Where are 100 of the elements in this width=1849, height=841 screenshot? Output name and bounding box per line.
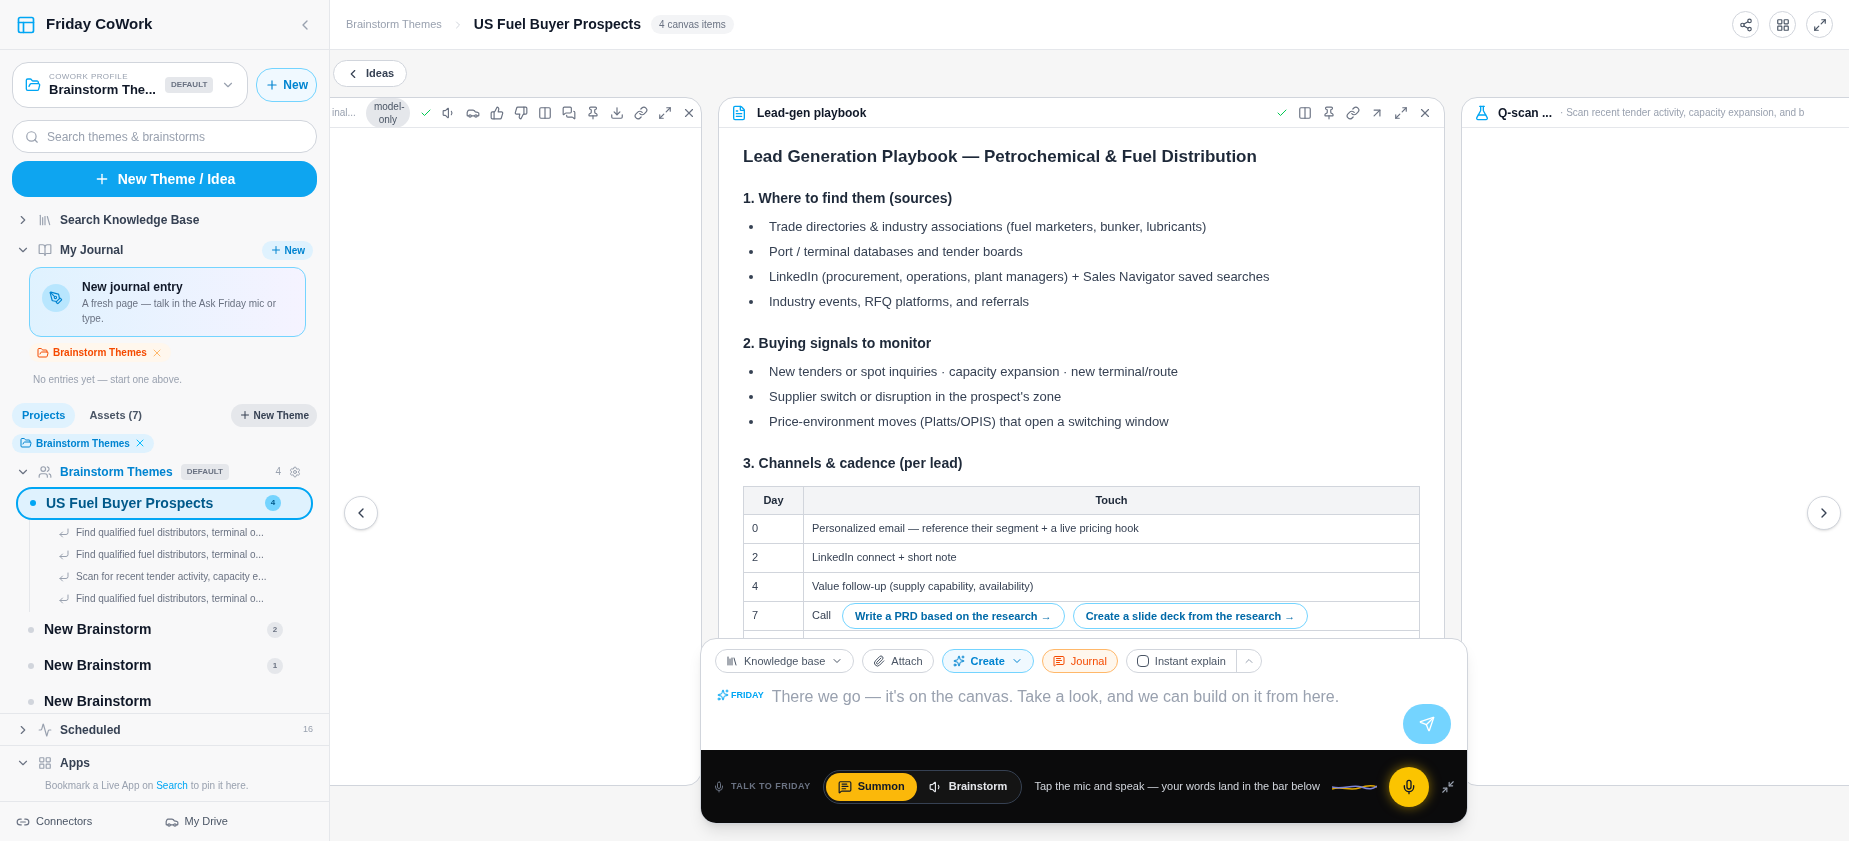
sub-item[interactable]: Find qualified fuel distributors, terminal o... <box>76 547 264 562</box>
chat-icon <box>837 779 852 794</box>
column-header: Day <box>743 486 804 514</box>
link-icon[interactable] <box>1346 105 1360 120</box>
link-icon[interactable] <box>633 105 648 120</box>
send-icon <box>1419 716 1435 732</box>
filter-tag[interactable]: Brainstorm Themes <box>12 433 154 453</box>
profile-selector[interactable]: COWORK PROFILE Brainstorm The... DEFAULT <box>12 62 249 108</box>
suggestion-chip[interactable]: Write a PRD based on the research → <box>842 603 1065 629</box>
brainstorm-item[interactable]: New Brainstorm 2 <box>16 611 313 648</box>
search-field[interactable]: Search themes & brainstorms <box>12 120 317 153</box>
search-input[interactable]: Search themes & brainstorms <box>47 127 304 146</box>
mode-tab[interactable]: Brainstorm <box>916 772 1020 801</box>
share-icon <box>1738 17 1753 32</box>
create-dropdown[interactable]: Create <box>941 649 1034 673</box>
plus-icon <box>239 409 252 422</box>
item-count: 16 <box>303 722 313 736</box>
item-title: US Fuel Buyer Prospects <box>46 493 215 513</box>
section-title[interactable]: Apps <box>60 754 90 772</box>
new-profile-button[interactable]: New <box>256 68 317 102</box>
book-icon <box>38 243 52 257</box>
item-count: 4 <box>275 465 281 479</box>
section-heading: 3. Channels & cadence (per lead) <box>743 453 964 473</box>
plus-icon <box>270 244 283 256</box>
canvas-count-badge: 4 canvas items <box>651 15 734 34</box>
entry-title: New journal entry <box>82 279 184 296</box>
column-header: Touch <box>803 486 1420 514</box>
new-entry-button[interactable]: New <box>262 240 313 260</box>
suggestion-chip[interactable]: Create a slide deck from the research → <box>1072 603 1309 629</box>
back-button[interactable]: Ideas <box>333 60 408 87</box>
grid-icon <box>1775 17 1790 32</box>
default-badge: DEFAULT <box>180 463 229 480</box>
footer-link[interactable]: My Drive <box>164 813 313 830</box>
section-title[interactable]: Scheduled <box>60 720 295 739</box>
thumbs-up-icon[interactable] <box>489 105 504 120</box>
brainstorm-item[interactable]: New Brainstorm <box>16 683 313 713</box>
paperclip-icon <box>873 655 886 667</box>
bullet-text: Industry events, RFQ platforms, and referrals <box>769 293 1030 312</box>
sub-item[interactable]: Scan for recent tender activity, capacity e... <box>76 569 267 584</box>
default-badge: DEFAULT <box>165 77 214 93</box>
brainstorm-item[interactable]: New Brainstorm 1 <box>16 647 313 684</box>
item-title: New Brainstorm <box>44 692 153 711</box>
reply-arrow-icon <box>58 570 70 583</box>
brainstorm-item[interactable]: US Fuel Buyer Prospects 4 <box>16 486 313 520</box>
journal-entry-card[interactable]: New journal entry A fresh page — talk in the Ask Friday mic or type. <box>29 267 306 337</box>
theme-title[interactable]: Brainstorm Themes <box>60 462 173 481</box>
folder-icon <box>20 437 32 449</box>
section-title[interactable]: My Journal <box>60 241 255 259</box>
profile-name: Brainstorm The... <box>49 81 157 99</box>
sub-item[interactable]: Find qualified fuel distributors, terminal o... <box>76 525 264 540</box>
sparkles-icon <box>952 655 965 667</box>
split-view-icon[interactable] <box>537 105 552 120</box>
table-cell: 4 <box>743 572 804 601</box>
folder-icon <box>25 77 41 93</box>
footer-link[interactable]: Connectors <box>16 813 165 830</box>
section-title[interactable]: Search Knowledge Base <box>60 211 200 229</box>
tab[interactable]: Projects <box>12 403 76 428</box>
card-title: Q-scan ... <box>1498 104 1553 122</box>
card-subtitle: · Scan recent tender activity, capacity expansion, and b <box>1560 106 1805 120</box>
bullet-text: Supplier switch or disruption in the prospect's zone <box>769 388 1062 407</box>
download-icon[interactable] <box>609 105 624 120</box>
activity-icon <box>38 722 52 737</box>
mic-icon <box>1401 778 1417 795</box>
count-badge: 1 <box>267 657 283 674</box>
card-title: Lead-gen playbook <box>757 104 868 122</box>
mic-icon <box>713 780 725 793</box>
flask-icon <box>1474 104 1490 121</box>
library-icon <box>726 655 738 667</box>
expand-icon[interactable] <box>1394 105 1408 120</box>
document-icon <box>731 104 747 121</box>
section-heading: 2. Buying signals to monitor <box>743 333 933 353</box>
people-icon <box>38 464 52 479</box>
message-input[interactable]: There we go — it's on the canvas. Take a look, and we can build on it from here. <box>771 685 1395 741</box>
item-title: New Brainstorm <box>44 620 153 639</box>
collapse-icon[interactable] <box>1441 779 1455 794</box>
grid-icon <box>38 756 52 770</box>
mode-tab[interactable]: Summon <box>825 772 917 801</box>
tab[interactable]: Assets (7) <box>79 403 152 428</box>
table-cell: 2 <box>743 543 804 572</box>
model-only-badge: model-only <box>365 98 410 128</box>
bullet-text: Price-environment moves (Platts/OPIS) that open a switching window <box>769 413 1169 432</box>
apps-hint: Bookmark a Live App on Search to pin it here. <box>45 779 250 793</box>
voice-hint: Tap the mic and speak — your words land in the bar below <box>1034 779 1320 795</box>
checkbox[interactable] <box>1136 655 1149 667</box>
mic-button[interactable] <box>1389 766 1429 807</box>
chat-icon[interactable] <box>561 105 576 120</box>
split-view-icon[interactable] <box>1298 105 1312 120</box>
bullet-text: Trade directories & industry associations (fuel marketers, bunker, lubricants) <box>769 218 1207 237</box>
sub-item[interactable]: Find qualified fuel distributors, terminal o... <box>76 591 264 606</box>
page-title: US Fuel Buyer Prospects <box>473 15 642 34</box>
sparkles-icon <box>717 689 729 701</box>
bullet-text: Port / terminal databases and tender boards <box>769 243 1023 262</box>
new-theme-button[interactable]: New Theme <box>231 403 317 427</box>
table-cell: LinkedIn connect + short note <box>803 543 1420 572</box>
expand-icon[interactable] <box>657 105 672 120</box>
pin-icon[interactable] <box>585 105 600 120</box>
expand-icon <box>1812 17 1827 32</box>
settings-icon[interactable] <box>289 465 301 478</box>
thumbs-down-icon[interactable] <box>513 105 528 120</box>
pin-icon[interactable] <box>1322 105 1336 120</box>
